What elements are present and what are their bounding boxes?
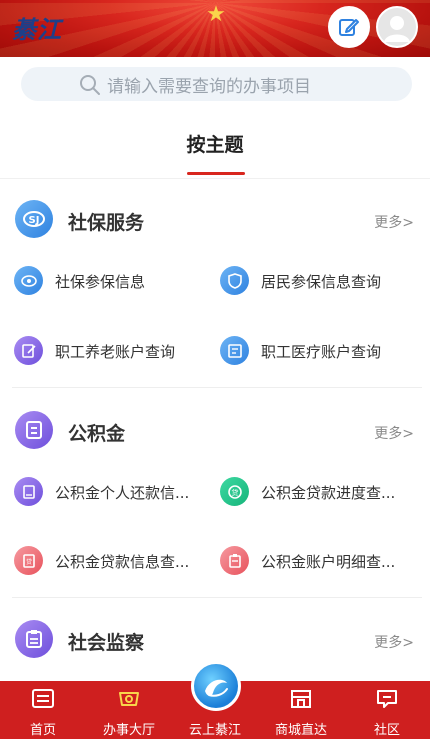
nav-service-hall[interactable]: 办事大厅 [86,681,172,739]
medical-card-icon [220,336,249,365]
nav-label: 首页 [29,723,56,738]
nav-label: 社区 [373,723,400,738]
social-insurance-icon: SJ [15,200,53,238]
document-edit-icon [14,336,43,365]
clipboard-icon [220,546,249,575]
user-avatar-icon [384,16,410,42]
brand-logo: 綦江 [12,15,62,44]
service-item-label: 社保参保信息 [55,273,146,291]
section-social-supervision: 社会监察 更多> [0,620,430,660]
service-item-label: 职工养老账户查询 [55,343,176,361]
service-item-label: 公积金账户明细查... [261,553,396,571]
nav-label: 办事大厅 [102,723,155,738]
section-divider [12,387,422,388]
section-title: 公积金 [68,423,126,445]
home-icon [32,689,54,708]
top-banner: ★ 綦江 [0,0,430,57]
service-item-label: 公积金个人还款信... [55,484,190,502]
housing-fund-icon [15,411,53,449]
section-title: 社会监察 [68,632,145,654]
section-social-insurance: SJ 社保服务 更多> [0,200,430,240]
tab-divider [0,178,430,179]
service-item-label: 公积金贷款信息查... [55,553,190,571]
more-link[interactable]: 更多> [374,212,414,232]
supervision-icon [15,620,53,658]
cloud-qijiang-logo-button[interactable] [191,661,241,711]
svg-text:贷: 贷 [231,488,238,497]
loan-icon: 贷 [220,477,249,506]
loan-document-icon: 贷 [14,546,43,575]
nav-community[interactable]: 社区 [344,681,430,739]
tab-active-indicator [187,172,245,175]
avatar[interactable] [376,6,418,48]
search-bar[interactable]: 请输入需要查询的办事项目 [21,67,412,101]
more-link[interactable]: 更多> [374,423,414,443]
tab-by-topic[interactable]: 按主题 [0,130,430,157]
svg-text:贷: 贷 [25,558,31,566]
section-housing-fund: 公积金 更多> [0,411,430,451]
service-item-label: 公积金贷款进度查... [261,484,396,502]
edit-icon [339,19,359,36]
social-insurance-icon [14,266,43,295]
star-emblem-icon: ★ [206,2,226,27]
service-hall-icon [119,692,139,706]
nav-label: 商城直达 [274,723,327,738]
nav-home[interactable]: 首页 [0,681,86,739]
cloud-qijiang-logo-icon [205,679,228,697]
community-chat-icon [377,690,397,708]
section-title: 社保服务 [68,212,145,234]
service-item-label: 职工医疗账户查询 [261,343,382,361]
service-item-label: 居民参保信息查询 [261,273,382,291]
nav-label: 云上綦江 [188,723,241,738]
more-link[interactable]: 更多> [374,632,414,652]
shield-icon [220,266,249,295]
store-icon [291,690,311,708]
document-icon [14,477,43,506]
search-placeholder: 请输入需要查询的办事项目 [107,76,311,97]
svg-text:SJ: SJ [29,215,40,226]
search-icon [80,75,100,95]
edit-button[interactable] [328,6,370,48]
nav-store[interactable]: 商城直达 [258,681,344,739]
section-divider [12,597,422,598]
